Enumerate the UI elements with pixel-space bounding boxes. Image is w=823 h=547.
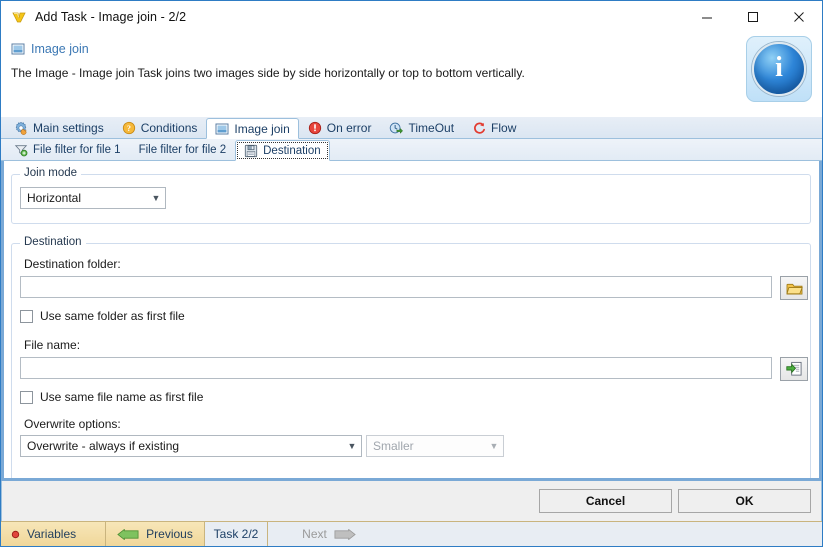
tab-label: Flow <box>491 121 516 135</box>
image-join-icon <box>11 42 25 56</box>
use-same-folder-checkbox[interactable]: Use same folder as first file <box>20 309 185 323</box>
file-name-label: File name: <box>24 338 80 352</box>
info-glyph: i <box>775 54 783 82</box>
tab-file-filter-1[interactable]: File filter for file 1 <box>5 139 130 160</box>
variables-button[interactable]: Variables <box>1 522 105 546</box>
ok-button[interactable]: OK <box>678 489 811 513</box>
tab-label: File filter for file 2 <box>139 144 227 156</box>
previous-button[interactable]: Previous <box>106 522 204 546</box>
tab-label: File filter for file 1 <box>33 144 121 156</box>
save-disk-icon <box>244 144 258 158</box>
status-bar: Variables Previous Task 2/2 Next <box>1 521 822 546</box>
tab-label: Destination <box>263 145 321 157</box>
chevron-down-icon: ▼ <box>343 441 361 451</box>
add-task-dialog: Add Task - Image join - 2/2 Image join T… <box>0 0 823 547</box>
error-circle-icon <box>308 121 322 135</box>
task-indicator: Task 2/2 <box>205 522 267 546</box>
cancel-button[interactable]: Cancel <box>539 489 672 513</box>
flow-arrow-icon <box>472 121 486 135</box>
question-circle-icon: ? <box>122 121 136 135</box>
header-title-row: Image join <box>11 39 812 59</box>
arrow-right-icon <box>334 529 356 540</box>
header-title: Image join <box>31 42 89 56</box>
tab-conditions[interactable]: ? Conditions <box>113 117 207 138</box>
tab-label: On error <box>327 121 372 135</box>
secondary-tab-strip: File filter for file 1 File filter for f… <box>1 139 822 161</box>
use-same-file-name-checkbox[interactable]: Use same file name as first file <box>20 390 203 404</box>
tab-image-join[interactable]: Image join <box>206 118 298 139</box>
info-button[interactable]: i <box>746 36 812 102</box>
chevron-down-icon: ▼ <box>485 441 503 451</box>
primary-tab-strip: Main settings ? Conditions Image join <box>1 117 822 139</box>
destination-legend: Destination <box>20 236 86 248</box>
checkbox-box <box>20 391 33 404</box>
chevron-down-icon: ▼ <box>147 193 165 203</box>
tab-main-settings[interactable]: Main settings <box>5 117 113 138</box>
previous-label: Previous <box>146 527 193 541</box>
tab-flow[interactable]: Flow <box>463 117 525 138</box>
folder-open-icon <box>786 281 803 296</box>
overwrite-size-select[interactable]: Smaller ▼ <box>366 435 504 457</box>
maximize-button[interactable] <box>730 2 776 32</box>
join-mode-select[interactable]: Horizontal ▼ <box>20 187 166 209</box>
checkbox-label: Use same file name as first file <box>40 390 203 404</box>
tab-label: Conditions <box>141 121 198 135</box>
overwrite-options-label: Overwrite options: <box>24 417 121 431</box>
join-mode-value: Horizontal <box>27 191 147 205</box>
arrow-left-icon <box>117 529 139 540</box>
svg-text:?: ? <box>127 124 131 133</box>
status-filler <box>390 522 822 546</box>
header-band: Image join The Image - Image join Task j… <box>1 33 822 117</box>
destination-folder-label: Destination folder: <box>24 257 121 271</box>
destination-panel: Join mode Horizontal ▼ Destination Desti… <box>1 161 822 481</box>
window-title: Add Task - Image join - 2/2 <box>35 10 186 24</box>
destination-folder-input[interactable] <box>20 276 772 298</box>
close-button[interactable] <box>776 2 822 32</box>
next-label: Next <box>302 527 327 541</box>
image-join-icon <box>215 122 229 136</box>
minimize-button[interactable] <box>684 2 730 32</box>
tab-timeout[interactable]: TimeOut <box>380 117 463 138</box>
tab-destination[interactable]: Destination <box>235 140 330 161</box>
checkbox-box <box>20 310 33 323</box>
browse-folder-button[interactable] <box>780 276 808 300</box>
insert-variable-icon <box>786 361 803 377</box>
task-ribbon-icon <box>11 9 27 25</box>
overwrite-options-value: Overwrite - always if existing <box>27 439 343 453</box>
tab-label: TimeOut <box>408 121 454 135</box>
task-label: Task 2/2 <box>214 527 259 541</box>
gear-icon <box>14 121 28 135</box>
info-icon: i <box>752 42 806 96</box>
title-bar: Add Task - Image join - 2/2 <box>1 1 822 33</box>
overwrite-size-value: Smaller <box>373 439 485 453</box>
overwrite-options-select[interactable]: Overwrite - always if existing ▼ <box>20 435 362 457</box>
tab-label: Main settings <box>33 121 104 135</box>
timeout-icon <box>389 121 403 135</box>
file-name-input[interactable] <box>20 357 772 379</box>
tab-on-error[interactable]: On error <box>299 117 381 138</box>
tab-label: Image join <box>234 122 289 136</box>
funnel-add-icon <box>14 143 28 157</box>
variables-label: Variables <box>27 527 76 541</box>
red-dot-icon <box>11 530 20 539</box>
header-description: The Image - Image join Task joins two im… <box>11 66 812 80</box>
join-mode-legend: Join mode <box>20 167 81 179</box>
checkbox-label: Use same folder as first file <box>40 309 185 323</box>
dialog-footer: Cancel OK <box>1 481 822 521</box>
insert-variable-button[interactable] <box>780 357 808 381</box>
tab-file-filter-2[interactable]: File filter for file 2 <box>130 139 236 160</box>
next-button[interactable]: Next <box>268 522 390 546</box>
